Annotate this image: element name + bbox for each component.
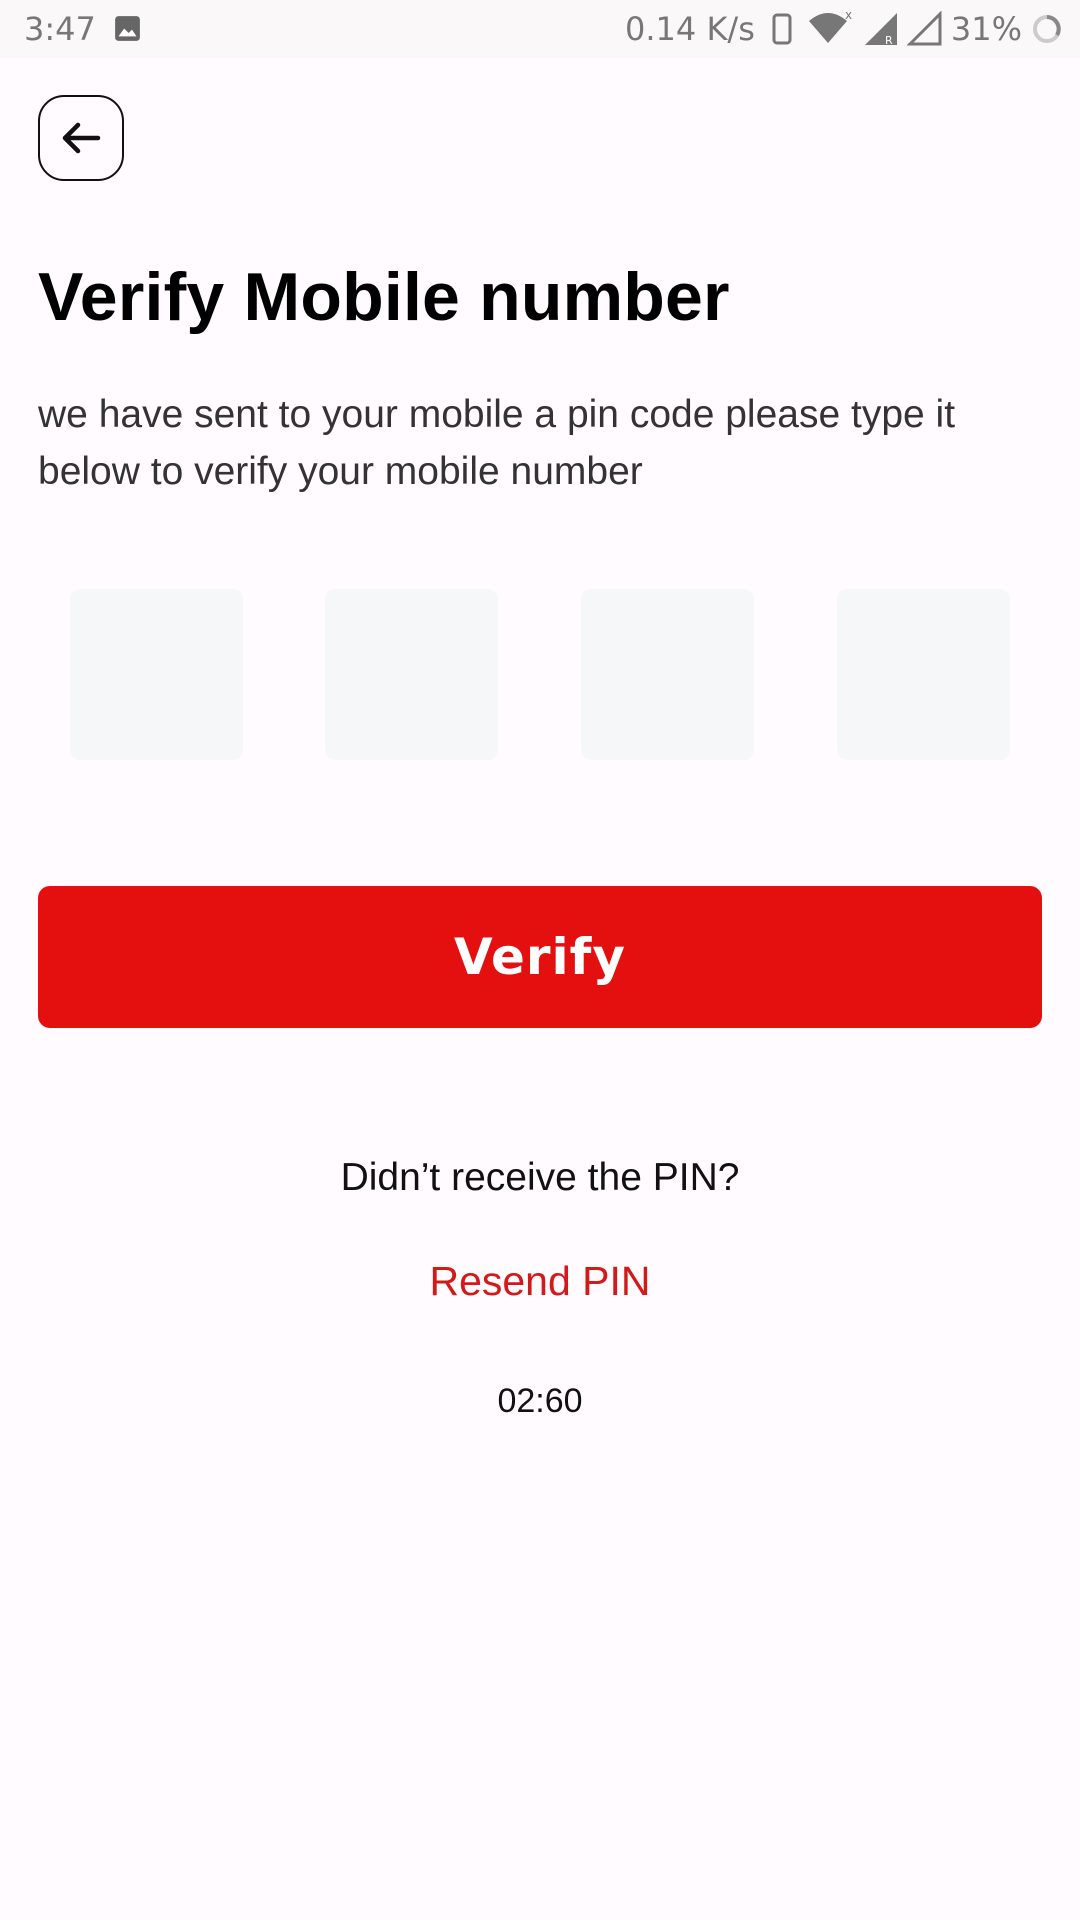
- status-time: 3:47: [24, 10, 96, 48]
- status-bar: 3:47 0.14 K/s x R 31%: [0, 0, 1080, 58]
- countdown-timer: 02:60: [497, 1382, 583, 1420]
- arrow-left-icon: [62, 122, 101, 154]
- vibrate-icon: [772, 13, 792, 45]
- pin-digit-4[interactable]: [837, 589, 1010, 760]
- pin-input-row: [70, 589, 1010, 760]
- page-title: Verify Mobile number: [38, 259, 730, 335]
- pin-digit-3[interactable]: [581, 589, 754, 760]
- image-icon: [115, 16, 140, 41]
- resend-pin-link[interactable]: Resend PIN: [0, 1258, 1080, 1305]
- battery-ring-icon: [1033, 15, 1061, 43]
- verify-button[interactable]: Verify: [38, 886, 1042, 1028]
- svg-text:R: R: [885, 34, 893, 47]
- network-speed: 0.14 K/s: [625, 10, 755, 48]
- pin-digit-1[interactable]: [70, 589, 243, 760]
- wifi-icon: x: [808, 9, 852, 43]
- resend-question: Didn’t receive the PIN?: [340, 1156, 740, 1199]
- pin-digit-2[interactable]: [325, 589, 498, 760]
- signal-empty-icon: [906, 11, 942, 46]
- back-button[interactable]: [38, 95, 124, 181]
- battery-percent: 31%: [950, 10, 1022, 48]
- svg-text:x: x: [845, 9, 852, 22]
- signal-icon: R: [864, 13, 897, 47]
- page-subtitle: we have sent to your mobile a pin code p…: [38, 393, 956, 493]
